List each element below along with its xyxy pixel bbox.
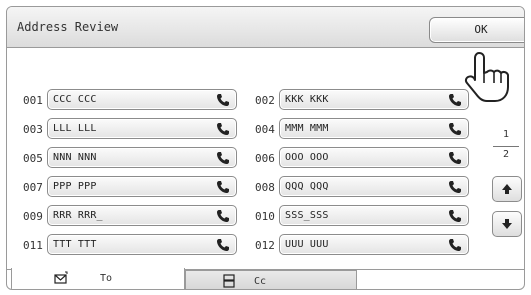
scroll-up-button[interactable] [492, 176, 522, 202]
tab-to-label: To [100, 273, 113, 284]
address-name: TTT TTT [53, 239, 97, 250]
row-number: 001 [23, 94, 43, 107]
address-entry-button[interactable]: PPP PPP [47, 176, 237, 197]
row-number: 008 [255, 181, 275, 194]
address-name: UUU UUU [285, 239, 329, 250]
phone-icon [217, 210, 229, 222]
ok-button[interactable]: OK [429, 17, 524, 43]
phone-icon [217, 239, 229, 251]
address-name: LLL LLL [53, 123, 97, 134]
scroll-down-button[interactable] [492, 211, 522, 237]
row-number: 012 [255, 239, 275, 252]
address-entry-button[interactable]: TTT TTT [47, 234, 237, 255]
address-name: SSS_SSS [285, 210, 329, 221]
phone-icon [449, 152, 461, 164]
address-entry-button[interactable]: SSS_SSS [279, 205, 469, 226]
row-number: 002 [255, 94, 275, 107]
row-number: 005 [23, 152, 43, 165]
row-number: 010 [255, 210, 275, 223]
address-entry-button[interactable]: UUU UUU [279, 234, 469, 255]
phone-icon [449, 239, 461, 251]
current-page: 1 [502, 129, 510, 140]
address-name: RRR RRR_ [53, 210, 103, 221]
address-name: NNN NNN [53, 152, 97, 163]
phone-icon [449, 210, 461, 222]
phone-icon [449, 123, 461, 135]
address-name: CCC CCC [53, 94, 97, 105]
row-number: 003 [23, 123, 43, 136]
page-divider [493, 146, 519, 147]
row-number: 007 [23, 181, 43, 194]
address-name: KKK KKK [285, 94, 329, 105]
envelope-icon [54, 271, 68, 284]
address-entry-button[interactable]: QQQ QQQ [279, 176, 469, 197]
cc-address-icon [223, 274, 235, 288]
address-entry-button[interactable]: RRR RRR_ [47, 205, 237, 226]
address-name: MMM MMM [285, 123, 329, 134]
row-number: 004 [255, 123, 275, 136]
row-number: 011 [23, 239, 43, 252]
address-entry-button[interactable]: KKK KKK [279, 89, 469, 110]
address-name: OOO OOO [285, 152, 329, 163]
phone-icon [449, 181, 461, 193]
panel-title: Address Review [17, 20, 119, 34]
address-entry-button[interactable]: NNN NNN [47, 147, 237, 168]
arrow-down-icon [502, 219, 512, 229]
phone-icon [217, 123, 229, 135]
arrow-up-icon [502, 184, 512, 194]
row-number: 009 [23, 210, 43, 223]
phone-icon [217, 181, 229, 193]
phone-icon [217, 152, 229, 164]
total-pages: 2 [502, 149, 510, 160]
address-name: QQQ QQQ [285, 181, 329, 192]
tab-cc[interactable]: Cc [185, 270, 357, 289]
address-entry-button[interactable]: OOO OOO [279, 147, 469, 168]
tab-cc-label: Cc [254, 276, 267, 287]
address-entry-button[interactable]: MMM MMM [279, 118, 469, 139]
address-entry-button[interactable]: LLL LLL [47, 118, 237, 139]
phone-icon [217, 94, 229, 106]
address-entry-button[interactable]: CCC CCC [47, 89, 237, 110]
address-name: PPP PPP [53, 181, 97, 192]
title-bar: Address Review OK [7, 7, 524, 48]
address-review-panel: Address Review OK 001 003 005 007 009 01… [6, 6, 525, 290]
phone-icon [449, 94, 461, 106]
tab-to[interactable]: To [11, 268, 185, 289]
row-number: 006 [255, 152, 275, 165]
